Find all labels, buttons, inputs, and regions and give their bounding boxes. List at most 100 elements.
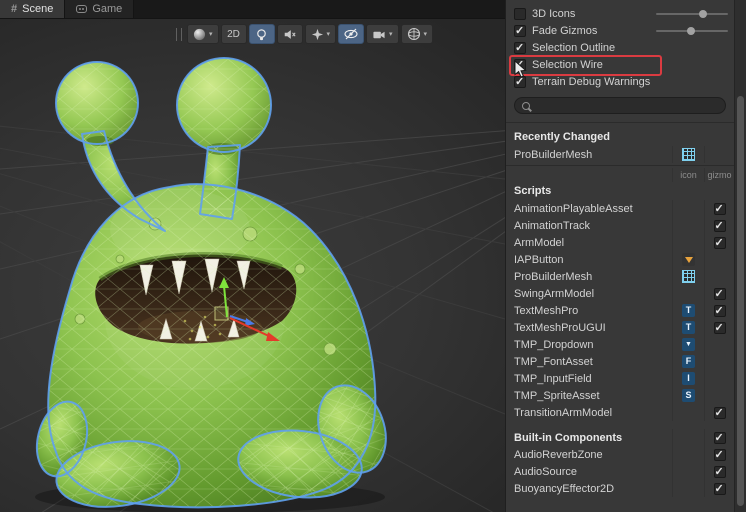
monster-model[interactable] [28, 57, 399, 512]
gizmo-column [704, 200, 734, 217]
3d-icons-checkbox[interactable] [514, 7, 526, 20]
script-row[interactable]: TMP_Dropdown ▼ [506, 336, 734, 353]
effects-dropdown-button[interactable]: ▾ [304, 24, 337, 44]
scene-viewport[interactable]: ▾ 2D ▾ ▾ ▾ [0, 19, 505, 512]
builtin-row[interactable]: AudioSource [506, 463, 734, 480]
row-label: TextMeshPro [514, 304, 579, 317]
builtin-row[interactable]: AudioReverbZone [506, 446, 734, 463]
icon-column [672, 146, 704, 163]
gizmo-column [704, 217, 734, 234]
panel-scrollbar[interactable] [734, 0, 746, 512]
gizmo-column [704, 370, 734, 387]
script-row[interactable]: TextMeshProUGUI T [506, 319, 734, 336]
script-row[interactable]: SwingArmModel [506, 285, 734, 302]
option-terrain-debug-warnings[interactable]: Terrain Debug Warnings [506, 73, 734, 90]
icon-column: T [672, 302, 704, 319]
gizmo-column [704, 234, 734, 251]
gizmo-checkbox[interactable] [713, 406, 726, 419]
option-label: Fade Gizmos [532, 24, 598, 37]
gizmo-checkbox[interactable] [713, 304, 726, 317]
terrain-debug-checkbox[interactable] [514, 75, 526, 88]
gizmo-checkbox[interactable] [713, 236, 726, 249]
textmeshpro-ugui-icon[interactable]: T [682, 321, 695, 334]
script-row[interactable]: ProBuilderMesh [506, 268, 734, 285]
render-mode-dropdown[interactable]: ▾ [187, 24, 219, 44]
script-row[interactable]: TMP_InputField I [506, 370, 734, 387]
tab-scene[interactable]: Scene [0, 0, 66, 18]
fade-gizmos-slider[interactable] [656, 27, 728, 35]
gizmo-checkbox[interactable] [713, 321, 726, 334]
tmp-fontasset-icon[interactable]: F [682, 355, 695, 368]
camera-dropdown-button[interactable]: ▾ [366, 24, 399, 44]
row-label: BuoyancyEffector2D [514, 482, 615, 495]
audio-toggle-button[interactable] [276, 24, 303, 44]
3d-icons-size-slider[interactable] [656, 10, 728, 18]
gizmo-column [704, 463, 734, 480]
recently-changed-row[interactable]: ProBuilderMesh [506, 146, 734, 163]
script-row[interactable]: AnimationPlayableAsset [506, 200, 734, 217]
game-tab-icon [76, 5, 88, 13]
scene-tab-label: Scene [22, 3, 54, 15]
gizmo-column [704, 480, 734, 497]
script-row[interactable]: AnimationTrack [506, 217, 734, 234]
gizmo-checkbox[interactable] [713, 287, 726, 300]
row-label: ProBuilderMesh [514, 148, 593, 161]
row-label: AnimationPlayableAsset [514, 202, 633, 215]
search-icon [522, 101, 530, 110]
gizmo-checkbox[interactable] [713, 482, 726, 495]
tmp-dropdown-icon[interactable]: ▼ [682, 338, 695, 351]
script-row[interactable]: TextMeshPro T [506, 302, 734, 319]
toolbar-drag-handle[interactable] [176, 27, 182, 41]
gizmos-search-input[interactable] [535, 99, 718, 112]
tmp-inputfield-icon[interactable]: I [682, 372, 695, 385]
row-label: AnimationTrack [514, 219, 591, 232]
gizmo-checkbox[interactable] [713, 219, 726, 232]
script-row[interactable]: TransitionArmModel [506, 404, 734, 421]
selection-wire-checkbox[interactable] [514, 58, 526, 71]
option-selection-outline[interactable]: Selection Outline [506, 39, 734, 56]
option-selection-wire[interactable]: Selection Wire [506, 56, 734, 73]
chevron-down-icon: ▾ [209, 31, 213, 38]
textmeshpro-icon[interactable]: T [682, 304, 695, 317]
script-row[interactable]: TMP_FontAsset F [506, 353, 734, 370]
builtin-row[interactable]: BuoyancyEffector2D [506, 480, 734, 497]
gizmos-dropdown-button[interactable]: ▾ [400, 24, 434, 44]
view-tabbar: Scene Game [0, 0, 505, 19]
search-box[interactable] [514, 97, 726, 114]
probuilder-grid-icon[interactable] [682, 270, 695, 283]
icon-column [672, 217, 704, 234]
gizmo-column [704, 146, 734, 163]
gizmos-panel: 3D Icons Fade Gizmos Selection Outline S… [505, 0, 746, 512]
fade-gizmos-checkbox[interactable] [514, 24, 526, 37]
script-row[interactable]: TMP_SpriteAsset S [506, 387, 734, 404]
icon-column: S [672, 387, 704, 404]
script-row[interactable]: ArmModel [506, 234, 734, 251]
tmp-spriteasset-icon[interactable]: S [682, 389, 695, 402]
selection-outline-checkbox[interactable] [514, 41, 526, 54]
gizmo-checkbox[interactable] [713, 202, 726, 215]
gizmo-checkbox[interactable] [713, 448, 726, 461]
probuilder-grid-icon[interactable] [682, 148, 695, 161]
icon-column: I [672, 370, 704, 387]
scene-visibility-toggle[interactable] [338, 24, 365, 44]
lighting-toggle-button[interactable] [248, 24, 275, 44]
script-row[interactable]: IAPButton [506, 251, 734, 268]
gizmo-column [704, 446, 734, 463]
row-label: TMP_SpriteAsset [514, 389, 600, 402]
tab-game[interactable]: Game [65, 0, 135, 18]
divider [506, 165, 734, 166]
iapbutton-icon[interactable] [682, 253, 695, 266]
slider-knob[interactable] [699, 10, 708, 18]
option-fade-gizmos[interactable]: Fade Gizmos [506, 22, 734, 39]
builtin-header-row[interactable]: Built-in Components [506, 429, 734, 446]
scripts-header: Scripts [514, 185, 552, 197]
row-label: IAPButton [514, 253, 564, 266]
gizmo-checkbox[interactable] [713, 465, 726, 478]
builtin-all-checkbox[interactable] [713, 431, 726, 444]
2d-label: 2D [227, 28, 240, 40]
scrollbar-thumb[interactable] [737, 96, 744, 506]
2d-toggle-button[interactable]: 2D [220, 24, 247, 44]
gizmos-globe-icon [407, 27, 420, 41]
slider-knob[interactable] [686, 27, 695, 35]
option-3d-icons[interactable]: 3D Icons [506, 5, 734, 22]
